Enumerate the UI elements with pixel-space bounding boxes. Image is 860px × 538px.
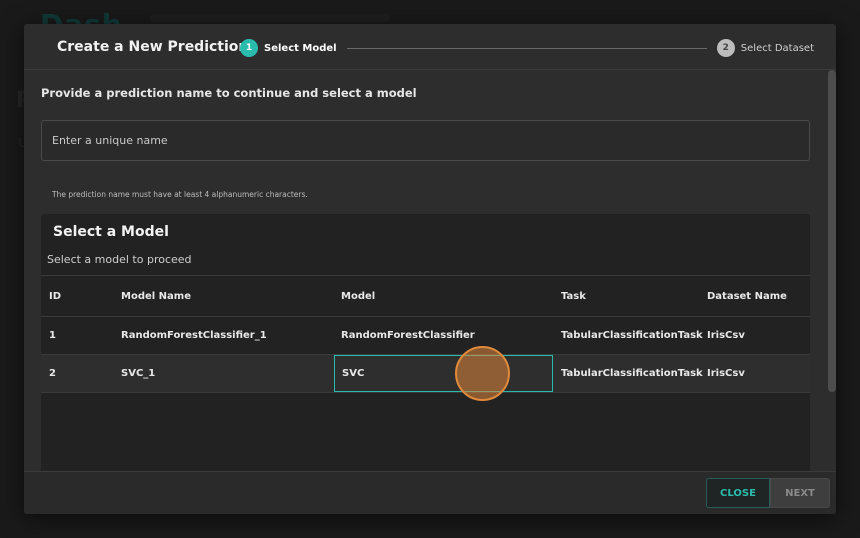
dialog-title: Create a New Prediction [57, 38, 249, 55]
column-header-model-name[interactable]: Model Name [121, 276, 191, 316]
cell-dataset-name[interactable]: IrisCsv [707, 355, 745, 392]
step-number-badge: 1 [240, 39, 258, 57]
cell-model[interactable]: SVC [334, 355, 553, 392]
cell-task[interactable]: TabularClassificationTask [561, 317, 703, 354]
panel-subtitle: Select a model to proceed [47, 253, 192, 266]
step-connector [346, 47, 707, 49]
next-button[interactable]: NEXT [770, 478, 830, 508]
dialog-header: Create a New Prediction 1 Select Model 2… [24, 24, 836, 70]
step-select-dataset: 2 Select Dataset [716, 39, 814, 57]
models-table: ID Model Name Model Task Dataset Name 1 … [41, 275, 810, 393]
column-header-dataset-name[interactable]: Dataset Name [707, 276, 787, 316]
cell-id[interactable]: 1 [49, 317, 56, 354]
cell-task[interactable]: TabularClassificationTask [561, 355, 703, 392]
cell-model[interactable]: RandomForestClassifier [334, 317, 553, 354]
stepper: 1 Select Model 2 Select Dataset [240, 38, 814, 58]
close-button[interactable]: CLOSE [706, 478, 770, 508]
step-select-model: 1 Select Model [240, 39, 337, 57]
prediction-name-input[interactable] [41, 120, 810, 161]
cell-id[interactable]: 2 [49, 355, 56, 392]
click-indicator [455, 346, 510, 401]
helper-text: The prediction name must have at least 4… [52, 190, 308, 199]
step-label: Select Dataset [740, 42, 814, 54]
step-label: Select Model [264, 42, 337, 54]
cell-dataset-name[interactable]: IrisCsv [707, 317, 745, 354]
dialog-scrollbar[interactable] [828, 70, 836, 392]
column-header-task[interactable]: Task [561, 276, 586, 316]
column-header-id[interactable]: ID [49, 276, 61, 316]
instruction-text: Provide a prediction name to continue an… [41, 86, 417, 100]
dialog-body: Provide a prediction name to continue an… [24, 71, 836, 471]
create-prediction-dialog: Create a New Prediction 1 Select Model 2… [24, 24, 836, 514]
table-row[interactable]: 1 RandomForestClassifier_1 RandomForestC… [41, 317, 810, 355]
model-selection-panel: Select a Model Select a model to proceed… [41, 214, 810, 471]
column-header-model[interactable]: Model [334, 276, 553, 316]
panel-title: Select a Model [53, 224, 169, 240]
table-header-row: ID Model Name Model Task Dataset Name [41, 275, 810, 317]
cell-model-name[interactable]: RandomForestClassifier_1 [121, 317, 267, 354]
dialog-footer: CLOSE NEXT [24, 471, 836, 514]
cell-model-name[interactable]: SVC_1 [121, 355, 155, 392]
step-number-badge: 2 [716, 39, 735, 57]
table-row[interactable]: 2 SVC_1 SVC TabularClassificationTask Ir… [41, 355, 810, 393]
